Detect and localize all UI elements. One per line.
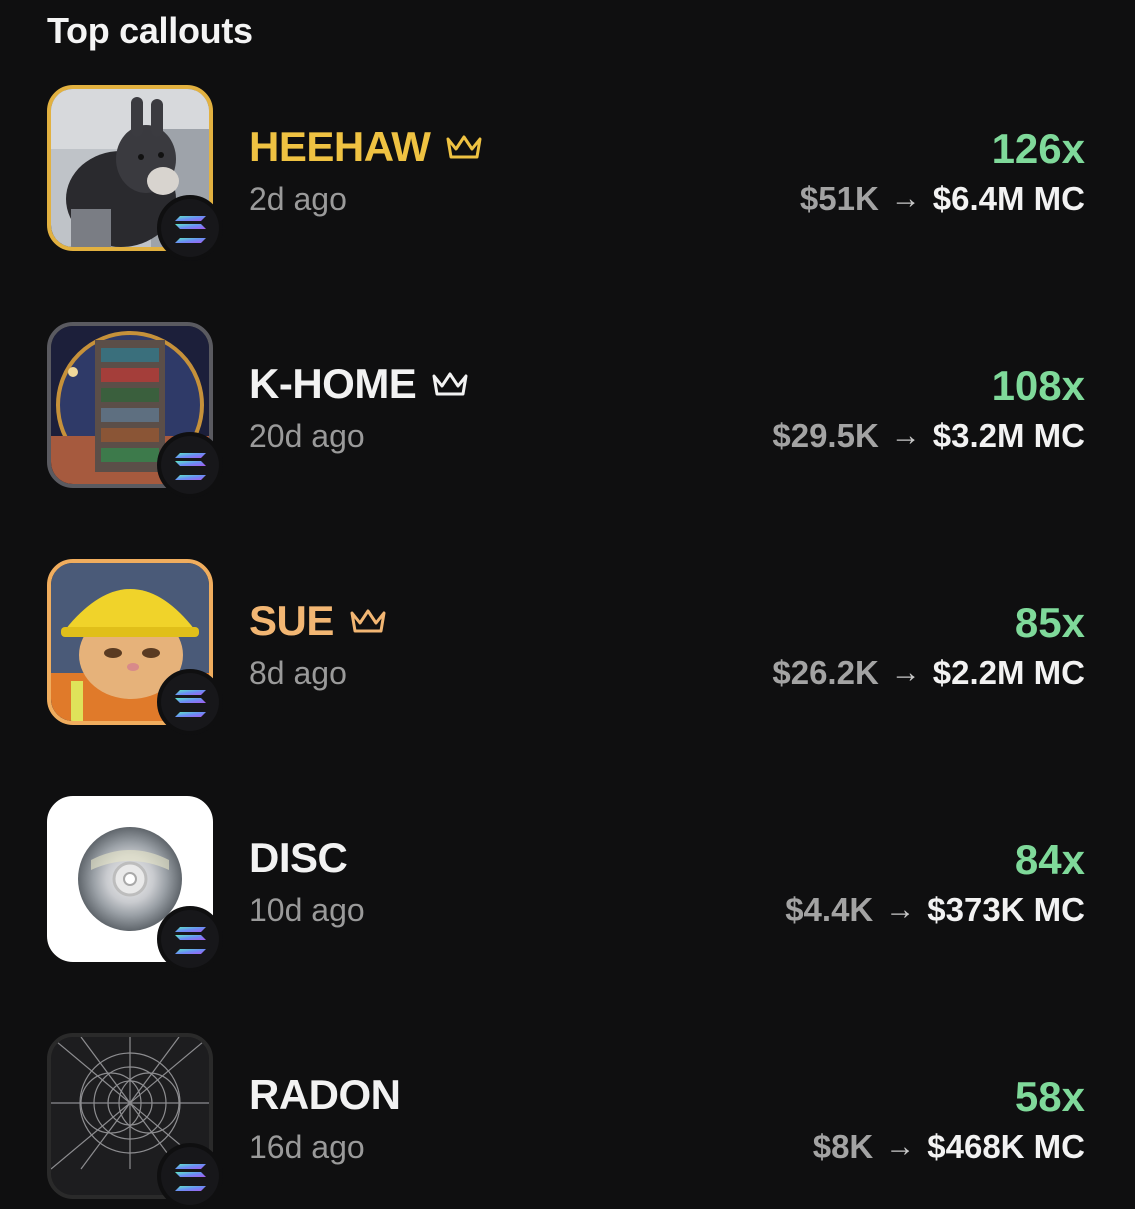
callout-age: 8d ago [249, 655, 347, 691]
token-name-line: HEEHAW [249, 123, 484, 171]
mc-to: $373K MC [927, 891, 1085, 928]
section-title: Top callouts [47, 10, 253, 51]
token-name: K-HOME [249, 360, 417, 407]
mc-to: $468K MC [927, 1128, 1085, 1165]
mc-from: $4.4K [785, 891, 874, 928]
mc-from: $8K [812, 1128, 874, 1165]
arrow-right-icon: → [890, 656, 921, 689]
market-cap-change: $51K → $6.4M MC [800, 179, 1085, 219]
solana-icon [157, 1143, 223, 1209]
token-name: DISC [249, 834, 348, 881]
multiplier-value: 58x [1014, 1073, 1085, 1120]
token-name-line: SUE [249, 597, 388, 645]
token-name-line: K-HOME [249, 360, 470, 408]
callout-age: 16d ago [249, 1129, 365, 1165]
arrow-right-icon: → [890, 419, 921, 452]
market-cap-change: $8K → $468K MC [813, 1127, 1085, 1167]
market-cap-change: $29.5K → $3.2M MC [772, 416, 1085, 456]
multiplier-value: 85x [1014, 599, 1085, 646]
token-avatar-wrap[interactable] [47, 559, 223, 735]
market-cap-change: $4.4K → $373K MC [785, 890, 1085, 930]
token-name: HEEHAW [249, 123, 431, 170]
mc-to: $2.2M MC [932, 654, 1085, 691]
arrow-right-icon: → [890, 182, 921, 215]
token-avatar-wrap[interactable] [47, 1033, 223, 1209]
mc-from: $29.5K [772, 417, 879, 454]
solana-icon [157, 669, 223, 735]
token-avatar-wrap[interactable] [47, 85, 223, 261]
mc-to: $6.4M MC [932, 180, 1085, 217]
crown-icon [350, 609, 386, 633]
market-cap-change: $26.2K → $2.2M MC [772, 653, 1085, 693]
arrow-right-icon: → [885, 1130, 916, 1163]
token-name-line: RADON [249, 1071, 401, 1119]
mc-from: $26.2K [772, 654, 879, 691]
solana-icon [157, 906, 223, 972]
mc-from: $51K [799, 180, 879, 217]
multiplier-value: 108x [991, 362, 1085, 409]
callout-row-k-home[interactable]: K-HOME 20d ago 108x $29.5K → $3.2M MC [0, 322, 1135, 498]
callout-row-radon[interactable]: RADON 16d ago 58x $8K → $468K MC [0, 1033, 1135, 1209]
token-name: SUE [249, 597, 334, 644]
solana-icon [157, 432, 223, 498]
multiplier-value: 84x [1014, 836, 1085, 883]
callout-row-heehaw[interactable]: HEEHAW 2d ago 126x $51K → $6.4M MC [0, 85, 1135, 261]
token-avatar-wrap[interactable] [47, 796, 223, 972]
token-avatar-wrap[interactable] [47, 322, 223, 498]
callout-row-sue[interactable]: SUE 8d ago 85x $26.2K → $2.2M MC [0, 559, 1135, 735]
token-name: RADON [249, 1071, 401, 1118]
callout-row-disc[interactable]: DISC 10d ago 84x $4.4K → $373K MC [0, 796, 1135, 972]
mc-to: $3.2M MC [932, 417, 1085, 454]
token-name-line: DISC [249, 834, 348, 882]
callout-age: 10d ago [249, 892, 365, 928]
solana-icon [157, 195, 223, 261]
callout-age: 20d ago [249, 418, 365, 454]
crown-icon [446, 135, 482, 159]
callout-age: 2d ago [249, 181, 347, 217]
crown-icon [432, 372, 468, 396]
multiplier-value: 126x [991, 125, 1085, 172]
arrow-right-icon: → [885, 893, 916, 926]
